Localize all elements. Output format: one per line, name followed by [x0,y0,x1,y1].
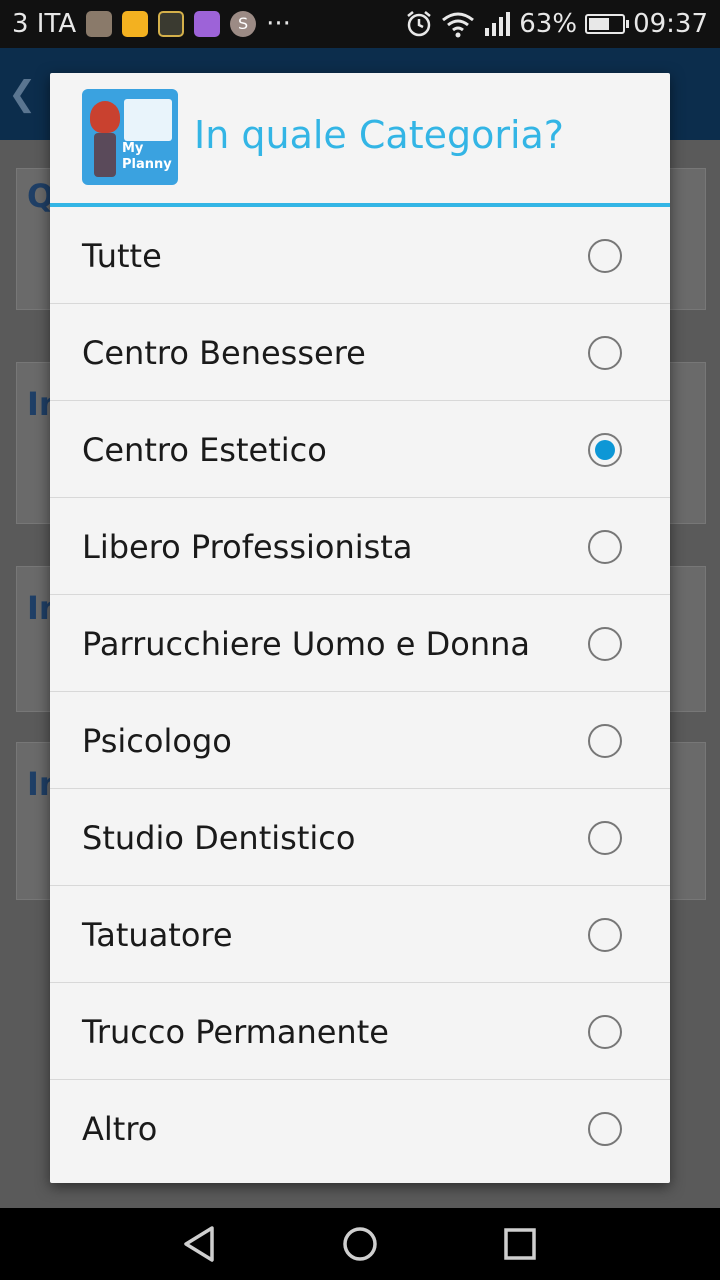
category-option-label: Centro Benessere [82,334,366,372]
photo-app-icon [86,11,113,37]
logo-text-line2: Planny [122,157,172,172]
category-option-label: Libero Professionista [82,528,413,566]
dialog-header: My Planny In quale Categoria? [50,73,670,207]
battery-percent: 63% [519,9,578,39]
clock: 09:37 [633,9,708,39]
status-bar: 3 ITA S ··· 63% 09:37 [0,0,720,48]
more-notifications: ··· [266,9,291,39]
category-option[interactable]: Studio Dentistico [50,789,670,886]
category-option-label: Tatuatore [82,916,233,954]
radio-button[interactable] [588,1112,622,1146]
radio-button[interactable] [588,724,622,758]
logo-text: My Planny [122,141,172,173]
category-option-label: Centro Estetico [82,431,327,469]
signal-icon [485,12,511,36]
category-option-label: Altro [82,1110,158,1148]
category-option[interactable]: Altro [50,1080,670,1177]
yellow-app-icon [122,11,149,37]
radio-button[interactable] [588,336,622,370]
radio-button[interactable] [588,530,622,564]
category-option[interactable]: Libero Professionista [50,498,670,595]
category-option[interactable]: Centro Benessere [50,304,670,401]
radio-button[interactable] [588,239,622,273]
recents-square-icon[interactable] [500,1224,540,1264]
category-option[interactable]: Parrucchiere Uomo e Donna [50,595,670,692]
character-head-graphic [90,101,120,133]
wifi-icon [442,12,475,38]
radio-button[interactable] [588,433,622,467]
category-option[interactable]: Tutte [50,207,670,304]
alarm-icon [407,11,432,37]
wallet-app-icon [158,11,185,37]
home-circle-icon[interactable] [340,1224,380,1264]
radio-button[interactable] [588,1015,622,1049]
battery-icon [585,14,630,34]
dialog-title: In quale Categoria? [194,113,564,157]
category-option-label: Trucco Permanente [82,1013,389,1051]
gallery-app-icon [194,11,221,37]
logo-text-line1: My [122,141,144,156]
avatar-icon: S [230,11,257,37]
my-planny-logo: My Planny [82,89,178,185]
character-body-graphic [94,133,116,177]
category-option-label: Parrucchiere Uomo e Donna [82,625,531,663]
category-option[interactable]: Psicologo [50,692,670,789]
category-option[interactable]: Centro Estetico [50,401,670,498]
category-option-label: Psicologo [82,722,232,760]
calendar-graphic [124,99,172,141]
category-option[interactable]: Tatuatore [50,886,670,983]
radio-button[interactable] [588,821,622,855]
radio-button[interactable] [588,918,622,952]
category-option-label: Tutte [82,237,162,275]
category-options-list: Tutte Centro Benessere Centro Estetico L… [50,207,670,1177]
navigation-bar [0,1208,720,1280]
radio-button[interactable] [588,627,622,661]
background-back-icon: ❮ [8,74,37,114]
category-option[interactable]: Trucco Permanente [50,983,670,1080]
category-option-label: Studio Dentistico [82,819,356,857]
back-triangle-icon[interactable] [180,1224,220,1264]
carrier-label: 3 ITA [12,9,77,39]
category-dialog: My Planny In quale Categoria? Tutte Cent… [50,73,670,1183]
